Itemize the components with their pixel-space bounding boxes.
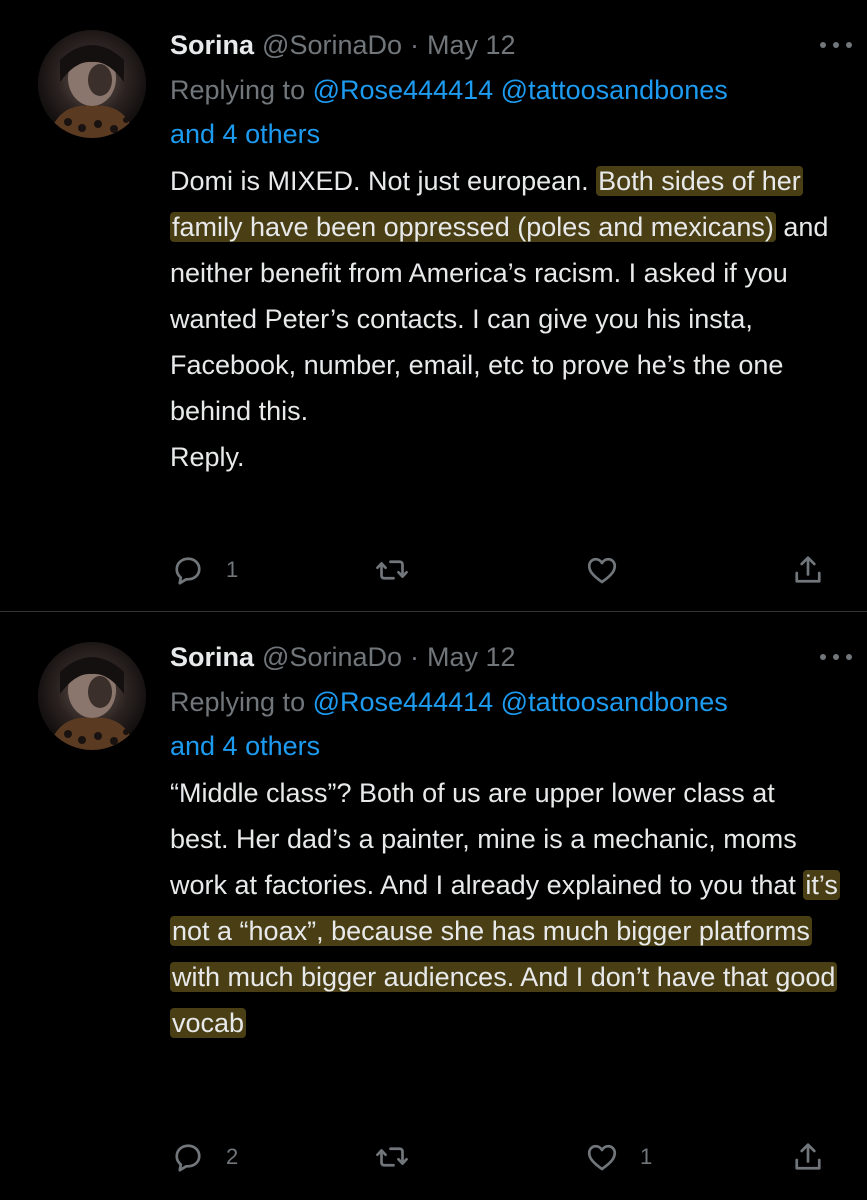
user-handle[interactable]: @SorinaDo [262, 22, 402, 68]
share-icon [795, 556, 821, 583]
tweet-actions: 1 [170, 550, 840, 590]
tweet[interactable]: Sorina @SorinaDo · May 12 Replying to @R… [0, 612, 867, 1200]
display-name[interactable]: Sorina [170, 634, 254, 680]
display-name[interactable]: Sorina [170, 22, 254, 68]
reply-bubble-icon [175, 1144, 201, 1172]
others-link[interactable]: and 4 others [170, 119, 320, 149]
retweet-icon [376, 560, 408, 580]
mention-link[interactable]: @Rose444414 [313, 75, 494, 105]
tweet-date[interactable]: May 12 [427, 22, 516, 68]
tweet-text-part: Domi is MIXED. Not just european. [170, 166, 597, 196]
tweet-actions: 2 1 [170, 1137, 840, 1177]
separator-dot: · [410, 642, 420, 672]
reply-bubble-icon [175, 557, 201, 585]
mention-link[interactable]: @tattoosandbones [501, 75, 728, 105]
more-horizontal-icon[interactable] [818, 38, 854, 52]
others-link[interactable]: and 4 others [170, 731, 320, 761]
tweet-text: Domi is MIXED. Not just european. Both s… [170, 158, 840, 480]
tweet-date[interactable]: May 12 [427, 634, 516, 680]
tweet-text-part: Reply. [170, 442, 245, 472]
mention-link[interactable]: @tattoosandbones [501, 687, 728, 717]
tweet-header: Sorina @SorinaDo · May 12 [170, 634, 840, 680]
separator-dot: · [410, 30, 420, 60]
tweet-header: Sorina @SorinaDo · May 12 [170, 22, 840, 68]
share-button[interactable] [790, 550, 826, 590]
reply-count: 1 [226, 557, 239, 582]
tweet-text-part: and neither benefit from America’s racis… [170, 212, 829, 426]
reply-button[interactable]: 2 [170, 1137, 238, 1177]
reply-button[interactable]: 1 [170, 550, 238, 590]
avatar[interactable] [38, 642, 146, 750]
retweet-icon [376, 1147, 408, 1167]
heart-icon [587, 1144, 617, 1171]
like-button[interactable]: 1 [584, 1137, 652, 1177]
avatar-image [38, 30, 146, 138]
like-button[interactable] [584, 550, 640, 590]
tweet-content: Sorina @SorinaDo · May 12 Replying to @R… [170, 22, 852, 480]
retweet-button[interactable] [374, 550, 430, 590]
avatar-image [38, 642, 146, 750]
tweet-text: “Middle class”? Both of us are upper low… [170, 770, 840, 1046]
share-icon [795, 1143, 821, 1170]
heart-icon [587, 557, 617, 584]
mention-link[interactable]: @Rose444414 [313, 687, 494, 717]
more-horizontal-icon[interactable] [818, 650, 854, 664]
user-handle[interactable]: @SorinaDo [262, 634, 402, 680]
tweet[interactable]: Sorina @SorinaDo · May 12 Replying to @R… [0, 0, 867, 612]
replying-to-label: Replying to [170, 687, 313, 717]
tweet-text-part: “Middle class”? Both of us are upper low… [170, 778, 804, 900]
replying-to-label: Replying to [170, 75, 313, 105]
reply-count: 2 [226, 1144, 239, 1169]
replying-to: Replying to @Rose444414 @tattoosandbones… [170, 68, 840, 156]
replying-to: Replying to @Rose444414 @tattoosandbones… [170, 680, 840, 768]
avatar[interactable] [38, 30, 146, 138]
like-count: 1 [640, 1144, 653, 1169]
share-button[interactable] [790, 1137, 826, 1177]
retweet-button[interactable] [374, 1137, 430, 1177]
tweet-content: Sorina @SorinaDo · May 12 Replying to @R… [170, 634, 852, 1046]
